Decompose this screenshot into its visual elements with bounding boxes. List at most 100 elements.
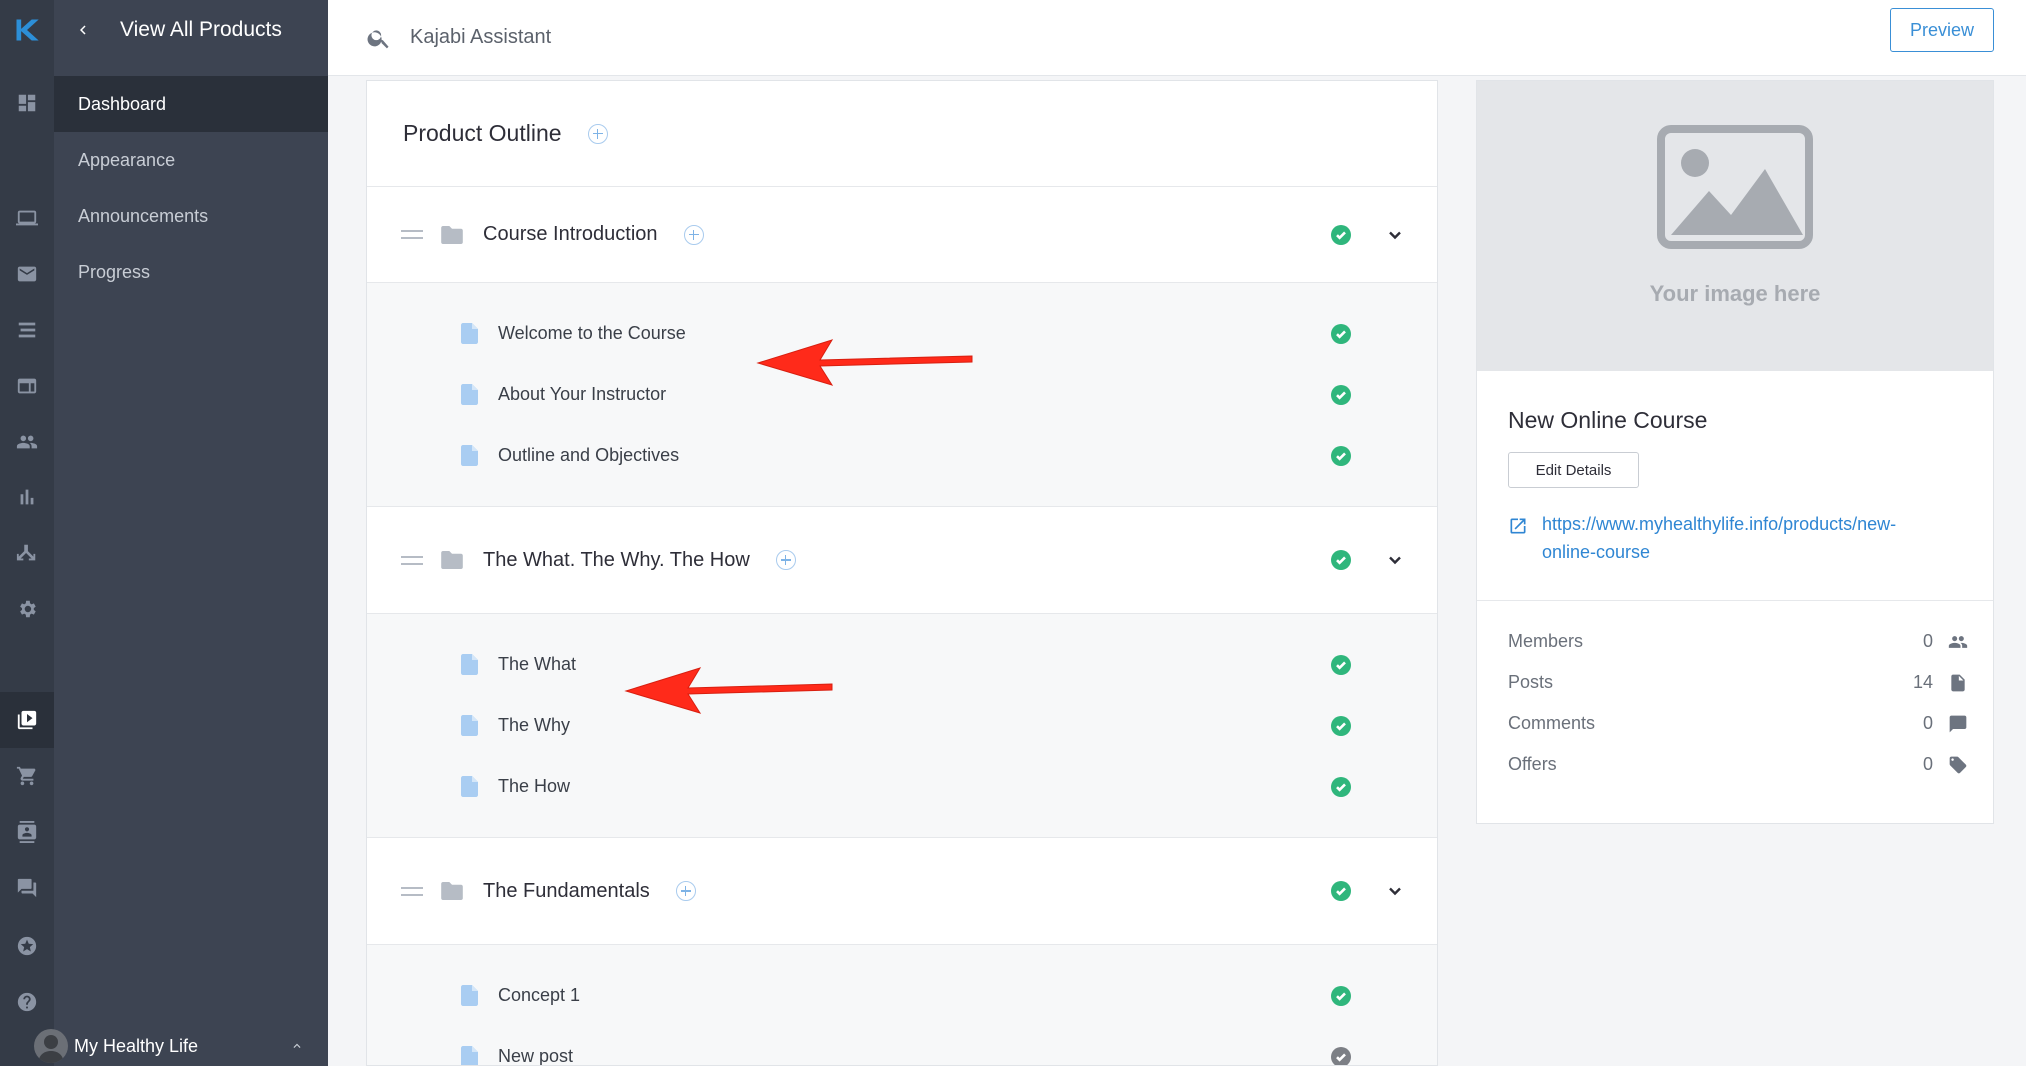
badge-icon[interactable]	[0, 918, 54, 974]
list-item[interactable]: The Why	[367, 695, 1437, 756]
product-details-card: Your image here New Online Course Edit D…	[1476, 80, 1994, 824]
website-icon[interactable]	[0, 190, 54, 246]
drag-handle-icon[interactable]	[401, 887, 423, 896]
document-icon	[461, 715, 478, 736]
list-item[interactable]: The What	[367, 634, 1437, 695]
top-bar: Preview	[328, 0, 2026, 76]
analytics-icon[interactable]	[0, 469, 54, 525]
annotation-arrow	[750, 330, 980, 390]
chevron-down-icon[interactable]	[1387, 883, 1403, 899]
people-icon[interactable]	[0, 414, 54, 470]
post-list: Welcome to the Course About Your Instruc…	[367, 283, 1437, 507]
post-title: The Why	[498, 715, 570, 736]
product-name: New Online Course	[1508, 407, 1993, 434]
category-row[interactable]: The Fundamentals	[367, 838, 1437, 945]
settings-icon[interactable]	[0, 581, 54, 637]
folder-icon	[441, 226, 463, 244]
sidebar-item-announcements[interactable]: Announcements	[54, 188, 328, 244]
dashboard-icon[interactable]	[0, 75, 54, 131]
published-check-icon	[1331, 385, 1351, 405]
add-post-icon[interactable]	[684, 225, 704, 245]
document-icon	[461, 1046, 478, 1066]
stat-posts: Posts 14	[1508, 662, 1969, 703]
post-list: The What The Why The How	[367, 614, 1437, 838]
document-icon	[461, 384, 478, 405]
stat-label: Offers	[1508, 754, 1557, 775]
edit-details-button[interactable]: Edit Details	[1508, 452, 1639, 488]
list-item[interactable]: The How	[367, 756, 1437, 817]
stat-value: 14	[1913, 672, 1933, 693]
post-title: Concept 1	[498, 985, 580, 1006]
outline-header: Product Outline	[367, 81, 1437, 187]
product-image-placeholder[interactable]: Your image here	[1477, 81, 1993, 371]
document-icon	[461, 445, 478, 466]
stat-label: Members	[1508, 631, 1583, 652]
folder-icon	[441, 551, 463, 569]
landing-pages-icon[interactable]	[0, 358, 54, 414]
offers-icon[interactable]	[0, 748, 54, 804]
category-title: The Fundamentals	[483, 880, 650, 903]
stat-value: 0	[1923, 631, 1933, 652]
email-icon[interactable]	[0, 246, 54, 302]
site-switcher[interactable]: My Healthy Life	[54, 1026, 328, 1066]
product-outline-panel: Product Outline Course Introduction Welc…	[366, 80, 1438, 1066]
category-title: The What. The Why. The How	[483, 549, 750, 572]
category-row[interactable]: Course Introduction	[367, 187, 1437, 283]
kajabi-assistant-search-input[interactable]	[410, 26, 1010, 49]
help-icon[interactable]	[0, 974, 54, 1030]
chevron-down-icon[interactable]	[1387, 552, 1403, 568]
published-check-icon	[1331, 777, 1351, 797]
chevron-down-icon[interactable]	[1387, 227, 1403, 243]
list-item[interactable]: Outline and Objectives	[367, 425, 1437, 486]
stat-comments: Comments 0	[1508, 703, 1969, 744]
stat-offers: Offers 0	[1508, 744, 1969, 785]
add-post-icon[interactable]	[776, 550, 796, 570]
annotation-arrow	[620, 660, 840, 720]
product-url-link[interactable]: https://www.myhealthylife.info/products/…	[1542, 510, 1942, 566]
affiliates-icon[interactable]	[0, 525, 54, 581]
published-check-icon	[1331, 986, 1351, 1006]
sidebar-item-label: Announcements	[78, 206, 208, 227]
comment-icon	[1947, 714, 1969, 734]
post-title: The How	[498, 776, 570, 797]
sidebar-item-appearance[interactable]: Appearance	[54, 132, 328, 188]
search-icon	[366, 25, 392, 51]
drag-handle-icon[interactable]	[401, 230, 423, 239]
image-caption: Your image here	[1650, 281, 1821, 307]
people-icon	[1947, 632, 1969, 652]
list-item[interactable]: New post	[367, 1026, 1437, 1066]
sidebar-item-progress[interactable]: Progress	[54, 244, 328, 300]
document-icon	[461, 776, 478, 797]
sidebar-item-dashboard[interactable]: Dashboard	[54, 76, 328, 132]
messages-icon[interactable]	[0, 860, 54, 916]
image-placeholder-icon	[1657, 125, 1813, 249]
post-title: About Your Instructor	[498, 384, 666, 405]
category-title: Course Introduction	[483, 223, 658, 246]
published-check-icon	[1331, 716, 1351, 736]
contacts-icon[interactable]	[0, 804, 54, 860]
stat-value: 0	[1923, 754, 1933, 775]
document-icon	[461, 654, 478, 675]
folder-icon	[441, 882, 463, 900]
view-all-products-link[interactable]: View All Products	[54, 0, 328, 60]
stat-label: Comments	[1508, 713, 1595, 734]
chevron-left-icon	[74, 21, 92, 39]
post-list: Concept 1 New post	[367, 945, 1437, 1066]
products-icon[interactable]	[0, 692, 54, 748]
tag-icon	[1947, 755, 1969, 775]
list-item[interactable]: Concept 1	[367, 965, 1437, 1026]
site-name: My Healthy Life	[74, 1036, 198, 1057]
published-check-icon	[1331, 881, 1351, 901]
add-post-icon[interactable]	[676, 881, 696, 901]
preview-button[interactable]: Preview	[1890, 8, 1994, 52]
drag-handle-icon[interactable]	[401, 556, 423, 565]
add-category-icon[interactable]	[588, 124, 608, 144]
draft-check-icon	[1331, 1047, 1351, 1066]
pipelines-icon[interactable]	[0, 302, 54, 358]
category-row[interactable]: The What. The Why. The How	[367, 507, 1437, 614]
stat-value: 0	[1923, 713, 1933, 734]
published-check-icon	[1331, 446, 1351, 466]
post-title: New post	[498, 1046, 573, 1066]
product-url[interactable]: https://www.myhealthylife.info/products/…	[1508, 510, 1993, 566]
kajabi-logo[interactable]	[0, 2, 54, 58]
